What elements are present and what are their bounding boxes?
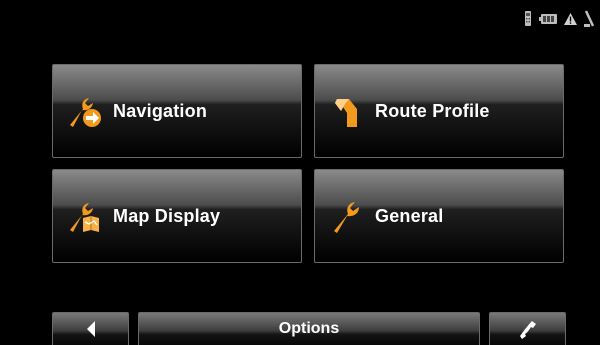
map-display-tile[interactable]: Map Display <box>52 169 302 263</box>
warning-icon <box>564 13 577 25</box>
options-title-bar: Options <box>138 312 480 345</box>
page-title: Options <box>278 320 340 337</box>
back-arrow-icon <box>85 320 97 343</box>
back-button[interactable] <box>52 312 129 345</box>
general-label: General <box>375 206 444 226</box>
phone-button[interactable] <box>489 312 566 345</box>
wrench-map-icon <box>67 200 103 234</box>
battery-icon <box>539 14 557 24</box>
wrench-navigation-icon <box>67 95 103 129</box>
status-bar <box>524 10 594 28</box>
general-tile[interactable]: General <box>314 169 564 263</box>
gps-receiver-icon <box>524 11 532 27</box>
wrench-icon <box>329 200 365 234</box>
phone-icon <box>519 320 537 345</box>
options-screen: Navigation Route Profile Map Display Gen… <box>0 0 600 345</box>
route-profile-label: Route Profile <box>375 101 490 121</box>
satellite-icon <box>584 10 594 28</box>
navigation-label: Navigation <box>113 101 208 121</box>
map-display-label: Map Display <box>113 206 221 226</box>
route-profile-tile[interactable]: Route Profile <box>314 64 564 158</box>
route-profile-icon <box>329 95 365 129</box>
navigation-tile[interactable]: Navigation <box>52 64 302 158</box>
